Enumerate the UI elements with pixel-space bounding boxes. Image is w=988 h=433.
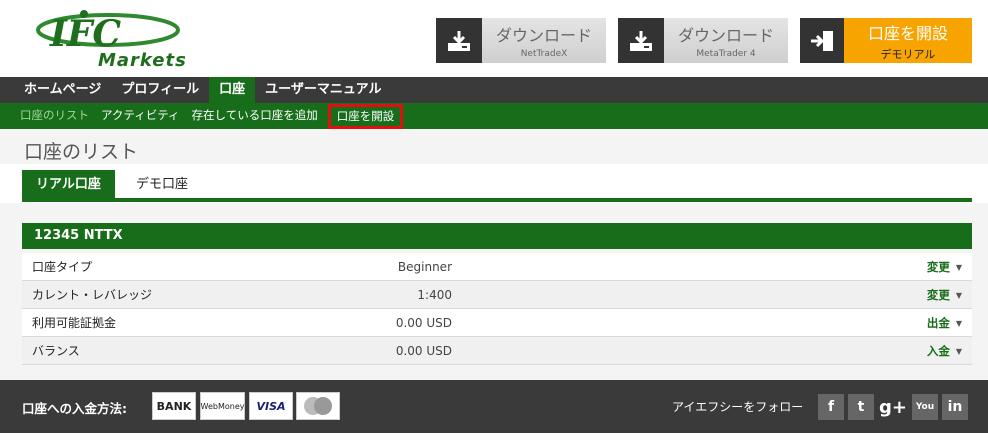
- linkedin-icon[interactable]: in: [942, 394, 968, 420]
- caret-down-icon: ▼: [955, 262, 962, 272]
- account-header: 12345 NTTX: [22, 223, 972, 249]
- google-plus-icon[interactable]: g+: [878, 394, 908, 420]
- table-row: 利用可能証拠金 0.00 USD 出金 ▼: [22, 309, 972, 337]
- change-account-type-button[interactable]: 変更 ▼: [927, 253, 962, 282]
- download-nettradex-button[interactable]: ダウンロード NetTradeX: [436, 18, 606, 63]
- row-key: カレント・レバレッジ: [32, 288, 153, 302]
- deposit-button[interactable]: 入金 ▼: [927, 337, 962, 366]
- subnav-item-account-list[interactable]: 口座のリスト: [14, 104, 95, 128]
- row-key: バランス: [32, 344, 80, 358]
- download-sub: MetaTrader 4: [696, 49, 756, 59]
- table-row: カレント・レバレッジ 1:400 変更 ▼: [22, 281, 972, 309]
- download-icon: [618, 18, 664, 63]
- visa-logo: VISA: [249, 392, 293, 420]
- download-mt4-button[interactable]: ダウンロード MetaTrader 4: [618, 18, 788, 63]
- webmoney-logo: WebMoney: [200, 392, 245, 420]
- account-details: 口座タイプ Beginner 変更 ▼ カレント・レバレッジ 1:400 変更 ▼ …: [22, 253, 972, 365]
- download-label: ダウンロード: [677, 26, 774, 45]
- svg-text:IFC: IFC: [49, 13, 121, 55]
- logo-markets-text: Markets: [98, 50, 187, 71]
- youtube-icon[interactable]: You: [912, 394, 938, 420]
- row-value: 0.00 USD: [395, 344, 452, 358]
- tab-real-account[interactable]: リアル口座: [22, 170, 115, 200]
- subnav-item-add-existing[interactable]: 存在している口座を追加: [186, 104, 324, 128]
- header: IFC Markets ダウンロード NetTradeX ダウンロード Meta…: [0, 0, 988, 77]
- main-nav: ホームページ プロフィール 口座 ユーザーマニュアル: [0, 77, 988, 103]
- subnav-item-activity[interactable]: アクティビティ: [95, 104, 186, 128]
- action-label: 入金: [926, 344, 950, 358]
- row-value: 1:400: [417, 288, 452, 302]
- facebook-icon[interactable]: f: [818, 394, 844, 420]
- open-account-button[interactable]: 口座を開設 デモリアル: [800, 18, 972, 63]
- page-title: 口座のリスト: [24, 141, 139, 163]
- open-account-label: 口座を開設: [867, 23, 948, 43]
- twitter-icon[interactable]: t: [848, 394, 874, 420]
- mastercard-logo: [296, 392, 340, 420]
- follow-label: アイエフシーをフォロー: [672, 400, 804, 414]
- bank-logo-text: BANK: [156, 399, 192, 413]
- caret-down-icon: ▼: [955, 290, 962, 300]
- download-icon: [436, 18, 482, 63]
- change-leverage-button[interactable]: 変更 ▼: [927, 281, 962, 310]
- youtube-icon-text: You: [915, 402, 935, 412]
- row-key: 口座タイプ: [32, 260, 93, 274]
- action-label: 出金: [926, 316, 950, 330]
- nav-item-user-manual[interactable]: ユーザーマニュアル: [255, 77, 391, 103]
- withdraw-button[interactable]: 出金 ▼: [927, 309, 962, 338]
- sub-nav: 口座のリスト アクティビティ 存在している口座を追加 口座を開設: [0, 103, 988, 129]
- download-sub: NetTradeX: [520, 49, 568, 59]
- download-label: ダウンロード: [495, 26, 592, 45]
- action-label: 変更: [926, 260, 950, 274]
- caret-down-icon: ▼: [955, 346, 962, 356]
- subnav-item-open-account[interactable]: 口座を開設: [327, 103, 404, 129]
- row-value: Beginner: [397, 260, 452, 274]
- tab-demo-account[interactable]: デモ口座: [122, 170, 202, 200]
- table-row: 口座タイプ Beginner 変更 ▼: [22, 253, 972, 281]
- caret-down-icon: ▼: [955, 318, 962, 328]
- payment-methods-label: 口座への入金方法:: [22, 401, 127, 416]
- open-account-sub: デモリアル: [880, 47, 936, 61]
- visa-logo-text: VISA: [256, 399, 286, 413]
- webmoney-logo-text: WebMoney: [200, 401, 245, 411]
- door-enter-icon: [800, 18, 844, 63]
- action-label: 変更: [926, 288, 950, 302]
- nav-item-profile[interactable]: プロフィール: [111, 77, 209, 103]
- nav-item-accounts[interactable]: 口座: [209, 77, 256, 103]
- row-value: 0.00 USD: [395, 316, 452, 330]
- table-row: バランス 0.00 USD 入金 ▼: [22, 337, 972, 365]
- footer: 口座への入金方法: BANK WebMoney VISA アイエフシーをフォロー…: [0, 380, 988, 433]
- nav-item-home[interactable]: ホームページ: [14, 77, 111, 103]
- bank-logo: BANK: [152, 392, 196, 420]
- row-key: 利用可能証拠金: [32, 316, 117, 330]
- tabs-underline: [22, 198, 972, 202]
